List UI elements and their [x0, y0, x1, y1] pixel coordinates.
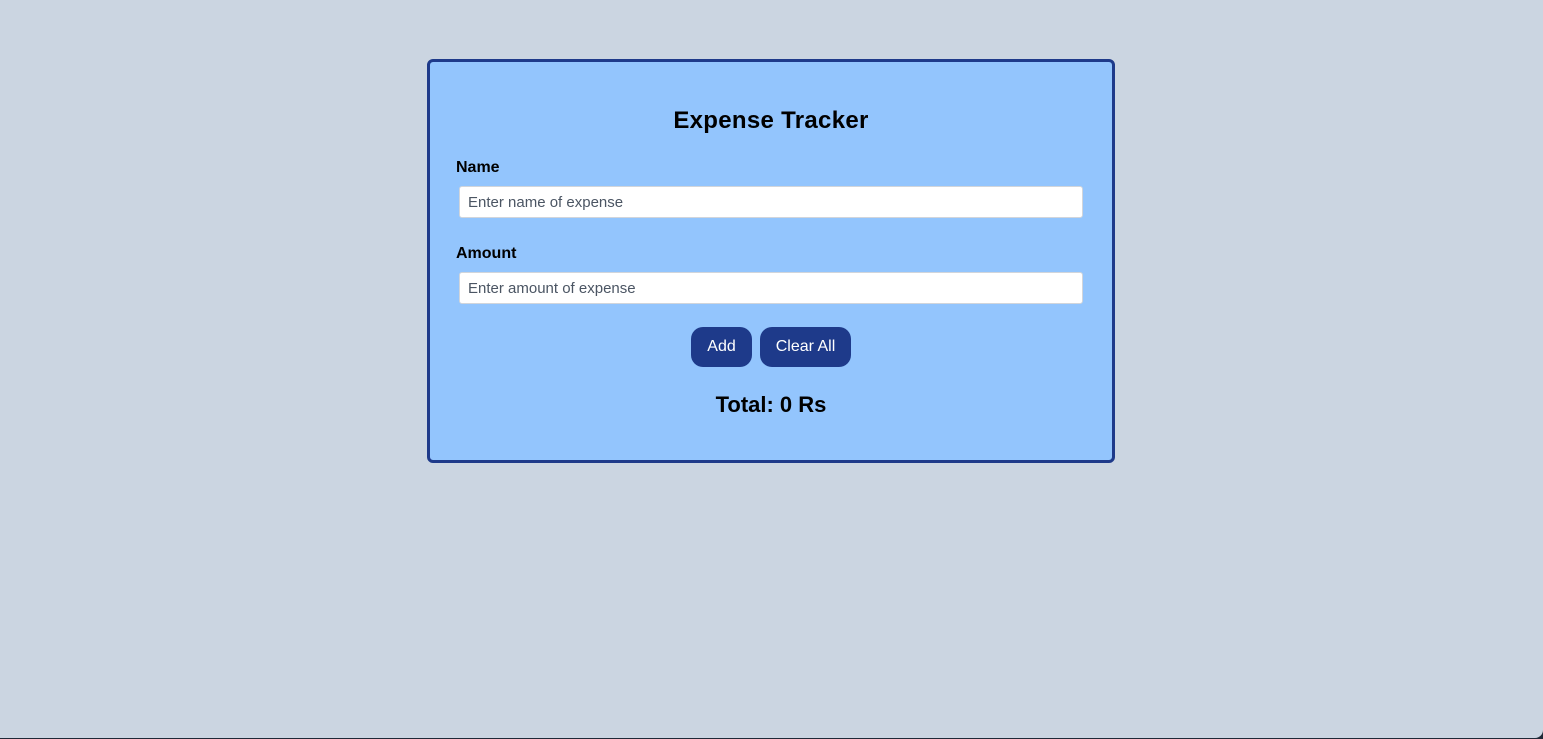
- total-display: Total: 0 Rs: [715, 392, 827, 417]
- name-label: Name: [456, 159, 500, 176]
- expense-tracker-card: Expense Tracker Name Amount Add Clear Al…: [427, 59, 1115, 463]
- amount-label: Amount: [456, 245, 517, 262]
- expense-amount-input[interactable]: [459, 272, 1083, 304]
- page-background: Expense Tracker Name Amount Add Clear Al…: [0, 0, 1543, 738]
- add-button[interactable]: Add: [691, 327, 752, 367]
- expense-name-input[interactable]: [459, 186, 1083, 218]
- page-title: Expense Tracker: [673, 107, 869, 134]
- clear-all-button[interactable]: Clear All: [760, 327, 851, 367]
